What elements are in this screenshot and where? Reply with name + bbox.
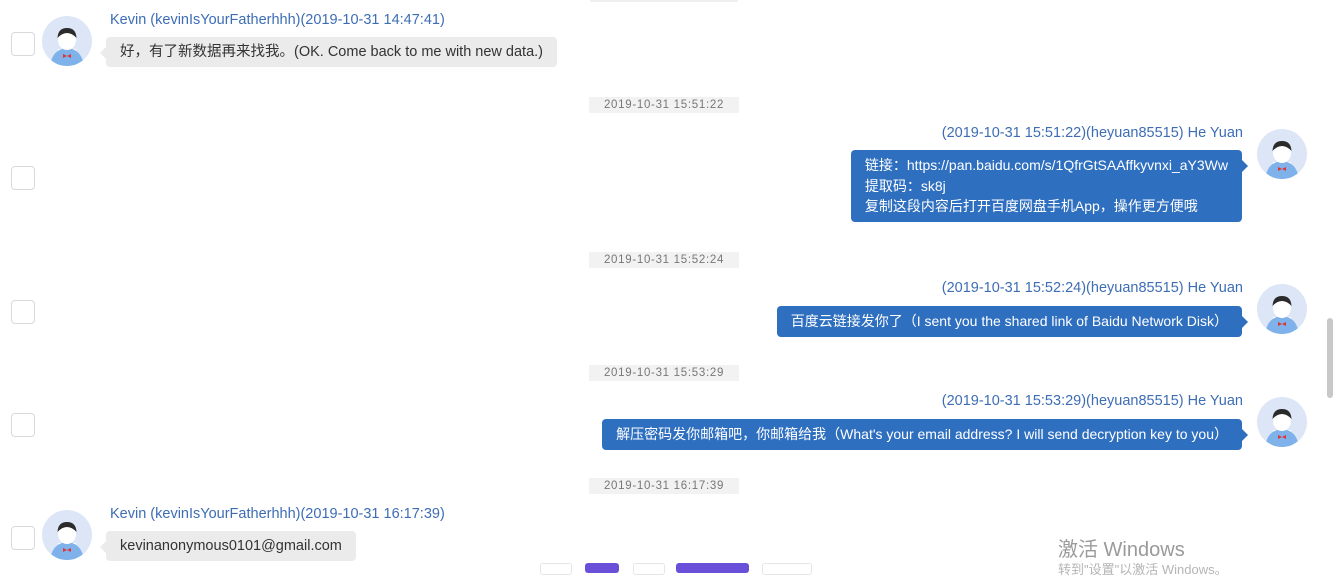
windows-activation-watermark: 激活 Windows: [1058, 539, 1185, 561]
windows-activation-subtitle: 转到"设置"以激活 Windows。: [1058, 562, 1228, 577]
timestamp-separator: 2019-10-31 15:51:22: [589, 97, 739, 113]
message-bubble-outgoing[interactable]: 链接：https://pan.baidu.com/s/1QfrGtSAAffky…: [850, 150, 1249, 222]
message-text: 百度云链接发你了（I sent you the shared link of B…: [790, 313, 1228, 329]
message-bubble-incoming[interactable]: kevinanonymous0101@gmail.com: [100, 531, 356, 561]
toolbar-button-active[interactable]: [585, 563, 619, 573]
message-sender-header: (2019-10-31 15:53:29)(heyuan85515) He Yu…: [941, 393, 1243, 409]
user-avatar-icon: [1257, 284, 1307, 334]
user-avatar-icon: [42, 16, 92, 66]
message-sender-header: (2019-10-31 15:52:24)(heyuan85515) He Yu…: [941, 280, 1243, 296]
message-text: 解压密码发你邮箱吧，你邮箱给我（What's your email addres…: [616, 426, 1228, 442]
toolbar-button[interactable]: [633, 563, 665, 575]
message-bubble-outgoing[interactable]: 解压密码发你邮箱吧，你邮箱给我（What's your email addres…: [602, 419, 1248, 450]
message-select-checkbox[interactable]: [11, 166, 35, 190]
message-select-checkbox[interactable]: [11, 32, 35, 56]
message-sender-header: Kevin (kevinIsYourFatherhhh)(2019-10-31 …: [110, 506, 445, 522]
toolbar-button[interactable]: [540, 563, 572, 575]
message-bubble-incoming[interactable]: 好，有了新数据再来找我。(OK. Come back to me with ne…: [99, 37, 558, 67]
message-bubble-outgoing[interactable]: 百度云链接发你了（I sent you the shared link of B…: [776, 306, 1249, 337]
timestamp-separator: 2019-10-31 15:53:29: [589, 365, 739, 381]
message-text: 好，有了新数据再来找我。(OK. Come back to me with ne…: [120, 44, 544, 60]
timestamp-separator: 2019-10-31 16:17:39: [589, 478, 739, 494]
toolbar-button[interactable]: [762, 563, 812, 575]
user-avatar-icon: [1257, 129, 1307, 179]
user-avatar-icon: [1257, 397, 1307, 447]
timestamp-separator: 2019-10-31 15:52:24: [589, 252, 739, 268]
message-text: 链接：https://pan.baidu.com/s/1QfrGtSAAffky…: [864, 157, 1228, 173]
message-select-checkbox[interactable]: [11, 300, 35, 324]
vertical-scrollbar[interactable]: [1327, 318, 1333, 398]
chat-history: Kevin (kevinIsYourFatherhhh)(2019-10-31 …: [0, 0, 1335, 577]
message-text: kevinanonymous0101@gmail.com: [120, 538, 342, 554]
message-sender-header: Kevin (kevinIsYourFatherhhh)(2019-10-31 …: [110, 12, 445, 28]
toolbar-button-primary[interactable]: [676, 563, 749, 573]
divider: [590, 0, 738, 2]
user-avatar-icon: [42, 510, 92, 560]
message-select-checkbox[interactable]: [11, 413, 35, 437]
message-sender-header: (2019-10-31 15:51:22)(heyuan85515) He Yu…: [941, 125, 1243, 141]
message-text: 复制这段内容后打开百度网盘手机App，操作更方便哦: [864, 198, 1198, 214]
message-select-checkbox[interactable]: [11, 526, 35, 550]
message-text: 提取码：sk8j: [864, 177, 946, 194]
